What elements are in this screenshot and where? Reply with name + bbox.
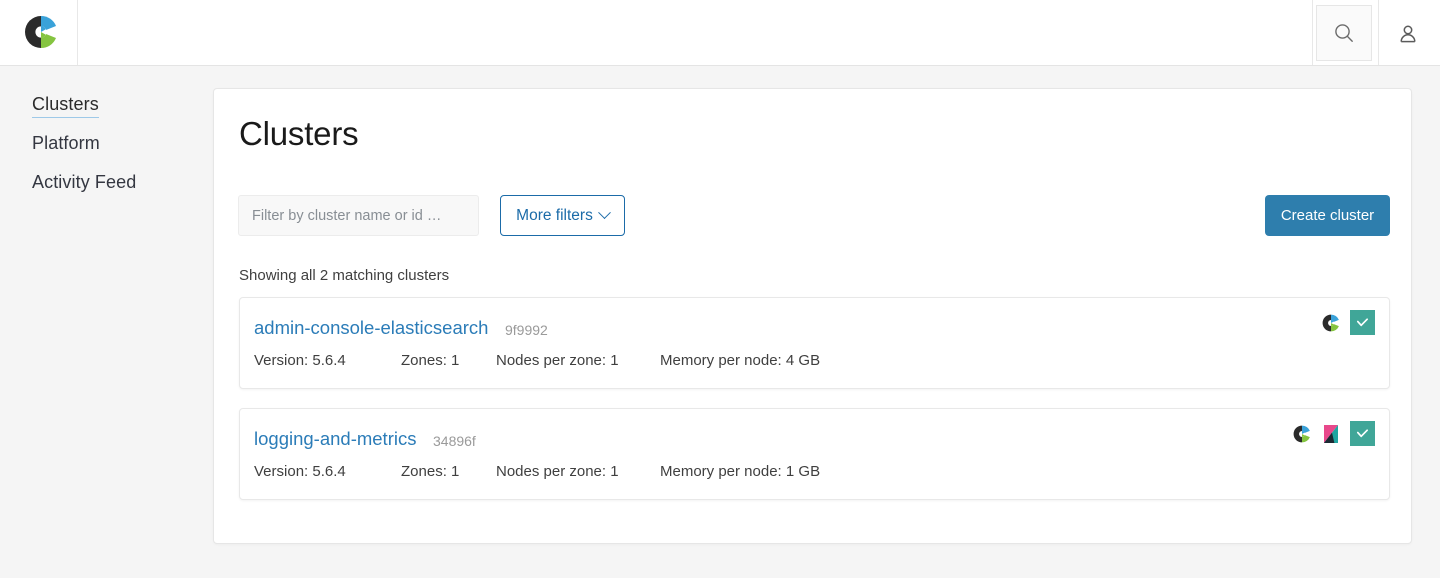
cluster-meta: Version: 5.6.4Zones: 1Nodes per zone: 1M… [254,463,820,480]
more-filters-label: More filters [516,207,593,225]
create-cluster-button[interactable]: Create cluster [1265,195,1390,236]
sidebar-item-platform[interactable]: Platform [32,133,100,154]
cluster-name-link[interactable]: logging-and-metrics [254,428,416,450]
cluster-status-icons [1321,310,1375,335]
cluster-id: 9f9992 [505,322,548,338]
main-panel: Clusters More filters Create cluster Sho… [213,88,1412,544]
status-healthy-check-icon[interactable] [1350,421,1375,446]
more-filters-button[interactable]: More filters [500,195,625,236]
cluster-memory-per-node: Memory per node: 4 GB [660,352,820,369]
user-avatar-icon [1397,23,1419,45]
cluster-card[interactable]: admin-console-elasticsearch 9f9992 Versi… [239,297,1390,389]
cluster-filter-input[interactable] [238,195,479,236]
cluster-card[interactable]: logging-and-metrics 34896f Version: 5.6.… [239,408,1390,500]
header-divider-left [1312,0,1313,65]
cluster-status-icons [1292,421,1375,446]
cluster-version: Version: 5.6.4 [254,463,401,480]
sidebar-item-clusters[interactable]: Clusters [32,94,99,118]
cluster-id: 34896f [433,433,476,449]
status-healthy-check-icon[interactable] [1350,310,1375,335]
cluster-zones: Zones: 1 [401,463,496,480]
sidebar-nav: Clusters Platform Activity Feed [0,66,213,578]
cluster-zones: Zones: 1 [401,352,496,369]
cluster-nodes-per-zone: Nodes per zone: 1 [496,352,660,369]
chevron-down-icon [598,206,611,219]
header-divider-right [1378,0,1379,65]
sidebar-item-label: Platform [32,133,100,153]
elastic-logo-icon[interactable] [22,13,60,51]
sidebar-item-label: Clusters [32,94,99,114]
kibana-icon [1321,424,1341,444]
search-button[interactable] [1316,5,1372,61]
cluster-nodes-per-zone: Nodes per zone: 1 [496,463,660,480]
search-icon [1333,22,1355,44]
cluster-name-link[interactable]: admin-console-elasticsearch [254,317,488,339]
page-title: Clusters [239,115,358,153]
cluster-version: Version: 5.6.4 [254,352,401,369]
results-summary: Showing all 2 matching clusters [239,267,449,284]
user-account-button[interactable] [1392,18,1424,50]
top-header [0,0,1440,66]
sidebar-item-label: Activity Feed [32,172,136,192]
cluster-memory-per-node: Memory per node: 1 GB [660,463,820,480]
elasticsearch-icon [1292,424,1312,444]
sidebar-item-activity-feed[interactable]: Activity Feed [32,172,136,193]
logo-cell [0,0,78,65]
cluster-meta: Version: 5.6.4Zones: 1Nodes per zone: 1M… [254,352,820,369]
elasticsearch-icon [1321,313,1341,333]
